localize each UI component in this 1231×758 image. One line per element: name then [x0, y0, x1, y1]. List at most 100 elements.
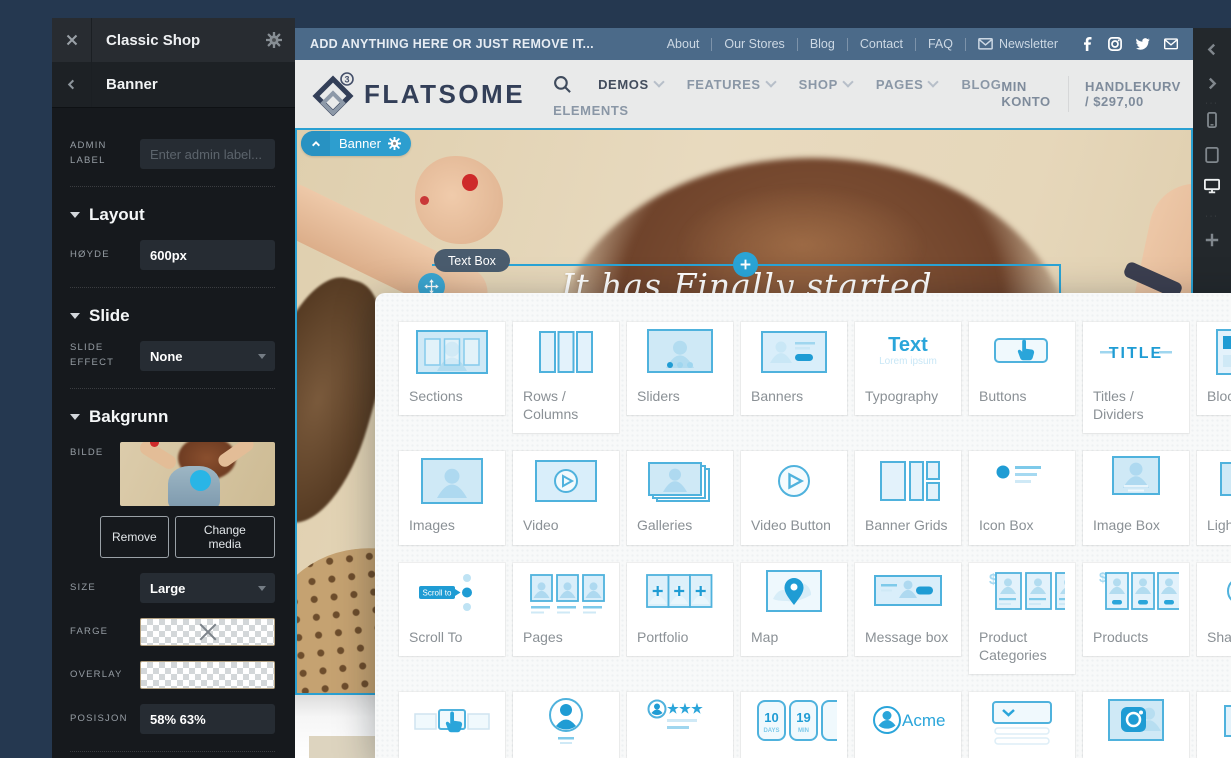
- chevron-down-icon: [842, 76, 853, 87]
- no-color-icon: [197, 621, 219, 643]
- section-slide[interactable]: Slide: [70, 306, 275, 326]
- desktop-preview-icon[interactable]: [1204, 178, 1220, 194]
- element-card-product-categories[interactable]: $Product Categories: [969, 563, 1075, 674]
- add-icon[interactable]: [1205, 233, 1219, 247]
- close-icon[interactable]: [52, 18, 92, 62]
- element-card-portfolio[interactable]: Portfolio: [627, 563, 733, 656]
- element-card-typography[interactable]: TextLorem ipsumTypography: [855, 322, 961, 415]
- instagram-icon[interactable]: [1108, 37, 1122, 51]
- element-card-image-box[interactable]: Image Box: [1083, 451, 1189, 544]
- nav-item-demos[interactable]: DEMOS: [598, 77, 663, 92]
- element-card-scroll-to[interactable]: Scroll toScroll To: [399, 563, 505, 656]
- nav-item-blog[interactable]: BLOG: [961, 77, 1001, 92]
- admin-label-label: ADMIN LABEL: [70, 139, 140, 168]
- element-card-images[interactable]: Images: [399, 451, 505, 544]
- element-card-search[interactable]: Search: [1197, 692, 1231, 758]
- min-konto-link[interactable]: MIN KONTO: [1001, 79, 1052, 109]
- section-bakgrunn[interactable]: Bakgrunn: [70, 407, 275, 427]
- element-card-pages[interactable]: Pages: [513, 563, 619, 656]
- posisjon-input[interactable]: [140, 704, 275, 734]
- remove-button[interactable]: Remove: [100, 516, 169, 558]
- cart-link[interactable]: HANDLEKURV / $297,00: [1085, 79, 1188, 109]
- collapse-triangle-icon: [70, 313, 80, 319]
- element-card-banners[interactable]: Banners: [741, 322, 847, 415]
- topbar-link[interactable]: FAQ: [916, 37, 965, 51]
- background-image-thumbnail[interactable]: [120, 442, 275, 506]
- section-slide-label: Slide: [89, 306, 130, 326]
- facebook-icon[interactable]: [1080, 37, 1094, 51]
- overlay-swatch[interactable]: [140, 661, 275, 689]
- element-card-countdown[interactable]: 10DAYS19MINCountdown: [741, 692, 847, 758]
- farge-label: FARGE: [70, 625, 140, 640]
- element-card-buttons[interactable]: Buttons: [969, 322, 1075, 415]
- admin-label-input[interactable]: [140, 139, 275, 169]
- nav-item-shop[interactable]: SHOP: [799, 77, 852, 92]
- images-icon: [399, 451, 505, 509]
- history-forward-icon[interactable]: [1206, 77, 1219, 90]
- topbar-link[interactable]: Contact: [848, 37, 915, 51]
- element-card-logo[interactable]: AcmeLogo: [855, 692, 961, 758]
- element-card-share-icons[interactable]: Share icons: [1197, 563, 1231, 656]
- hoyde-input[interactable]: [140, 240, 275, 270]
- element-card-rows-columns[interactable]: Rows / Columns: [513, 322, 619, 433]
- team-member-icon: [513, 692, 619, 750]
- element-card-instagram-feed[interactable]: Instagram feed: [1083, 692, 1189, 758]
- newsletter-link[interactable]: Newsletter: [966, 37, 1070, 51]
- testimonials-icon: ★★★: [627, 692, 733, 750]
- divider: ···: [1193, 100, 1231, 107]
- phone-preview-icon[interactable]: [1204, 112, 1220, 128]
- nav-item-elements[interactable]: ELEMENTS: [553, 103, 629, 118]
- element-card-sections[interactable]: Sections: [399, 322, 505, 415]
- slide-effect-select[interactable]: None: [140, 341, 275, 371]
- section-layout[interactable]: Layout: [70, 205, 275, 225]
- nav-item-pages[interactable]: PAGES: [876, 77, 938, 92]
- search-icon[interactable]: [553, 75, 572, 94]
- element-card-products[interactable]: $Products: [1083, 563, 1189, 656]
- tablet-preview-icon[interactable]: [1204, 147, 1220, 163]
- chip-gear-icon[interactable]: [388, 137, 401, 150]
- farge-swatch[interactable]: [140, 618, 275, 646]
- nav-item-label: BLOG: [961, 77, 1001, 92]
- admin-label-row: ADMIN LABEL: [70, 139, 275, 169]
- hoyde-row: HØYDE: [70, 240, 275, 270]
- element-card-video[interactable]: Video: [513, 451, 619, 544]
- element-card-sliders[interactable]: Sliders: [627, 322, 733, 415]
- history-back-icon[interactable]: [1206, 43, 1219, 56]
- twitter-icon[interactable]: [1136, 37, 1150, 51]
- size-select[interactable]: Large: [140, 573, 275, 603]
- element-card-blocks[interactable]: Blocks: [1197, 322, 1231, 415]
- svg-text:DAYS: DAYS: [763, 728, 779, 734]
- divider: [70, 287, 275, 288]
- topbar-link[interactable]: Blog: [798, 37, 847, 51]
- element-card-titles-dividers[interactable]: TITLETitles / Dividers: [1083, 322, 1189, 433]
- add-element-button[interactable]: [733, 252, 758, 277]
- email-icon[interactable]: [1164, 37, 1178, 51]
- lightbox-icon: [1197, 451, 1231, 509]
- nav-item-features[interactable]: FEATURES: [687, 77, 775, 92]
- element-card-accordion[interactable]: Accordion: [969, 692, 1075, 758]
- element-card-lightbox[interactable]: Lightbox: [1197, 451, 1231, 544]
- element-card-video-button[interactable]: Video Button: [741, 451, 847, 544]
- element-card-icon-box[interactable]: Icon Box: [969, 451, 1075, 544]
- banner-chip[interactable]: Banner: [301, 131, 411, 156]
- back-chevron-icon[interactable]: [52, 62, 92, 107]
- topbar-link[interactable]: Our Stores: [712, 37, 796, 51]
- topbar-link[interactable]: About: [655, 37, 712, 51]
- element-card-galleries[interactable]: Galleries: [627, 451, 733, 544]
- collapse-triangle-icon: [70, 414, 80, 420]
- nav-item-label: FEATURES: [687, 77, 761, 92]
- element-card-tabs[interactable]: Tabs: [399, 692, 505, 758]
- nav-item-label: ELEMENTS: [553, 103, 629, 118]
- blocks-icon: [1197, 322, 1231, 380]
- flatsome-logo[interactable]: 3 FLATSOME: [311, 72, 525, 116]
- countdown-icon: 10DAYS19MIN: [741, 692, 847, 750]
- element-card-label: Lightbox: [1197, 509, 1231, 544]
- element-card-team-member[interactable]: Team Member: [513, 692, 619, 758]
- element-card-map[interactable]: Map: [741, 563, 847, 656]
- element-card-message-box[interactable]: Message box: [855, 563, 961, 656]
- builder-gear-icon[interactable]: [266, 32, 282, 48]
- element-card-banner-grids[interactable]: Banner Grids: [855, 451, 961, 544]
- change-media-button[interactable]: Change media: [175, 516, 275, 558]
- element-card-testimonials[interactable]: ★★★Testimonials: [627, 692, 733, 758]
- chip-collapse[interactable]: [301, 131, 330, 156]
